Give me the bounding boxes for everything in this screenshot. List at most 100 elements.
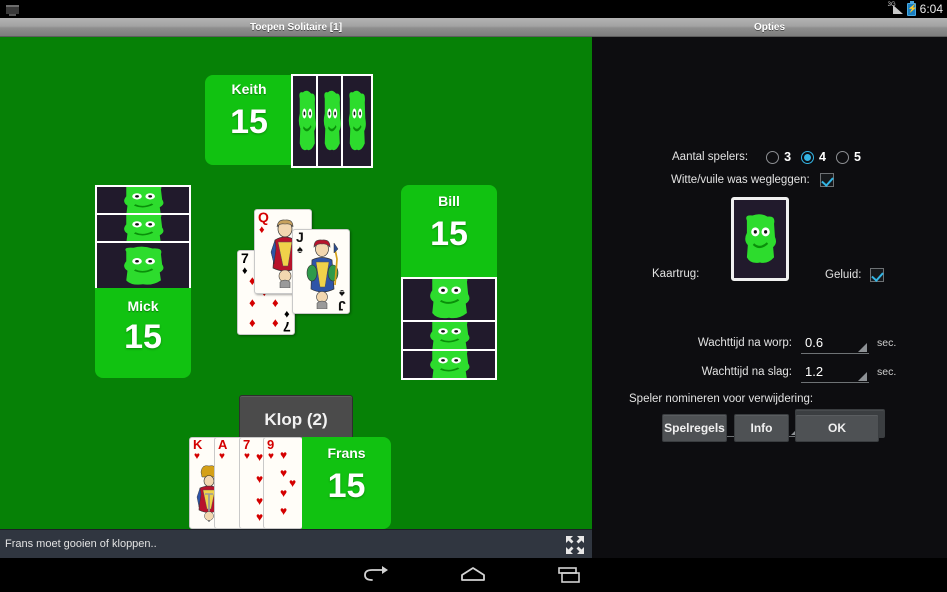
player-hand-bill[interactable] (401, 277, 497, 392)
radio-players-5[interactable] (835, 150, 849, 164)
nominate-label: Speler nomineren voor verwijdering: (629, 393, 814, 405)
card-back[interactable] (341, 74, 373, 168)
wait-after-trick-spinner[interactable]: 1.2 (801, 361, 869, 383)
monster-icon (425, 351, 473, 378)
card-back[interactable] (95, 241, 191, 290)
discard-washing-label: Witte/vuile was wegleggen: (671, 174, 810, 186)
player-hand-keith[interactable] (291, 74, 373, 168)
game-board[interactable]: Keith 15 Mick 15 Bill 15 7 ♦ 7 ♦ ♦ ♦ ♦ ♦… (0, 37, 592, 529)
monster-icon (347, 89, 368, 154)
monster-icon (425, 279, 473, 320)
player-plate-bill[interactable]: Bill 15 (401, 185, 497, 277)
wait-after-throw-row: Wachttijd na worp: 0.6 sec. (692, 332, 932, 354)
card-suit-inverted: ♠ (339, 287, 345, 299)
monster-icon (297, 89, 318, 154)
chevron-down-icon (858, 343, 867, 352)
card-suit: ♦ (259, 224, 265, 236)
recents-icon[interactable] (549, 564, 589, 586)
player-plate-mick[interactable]: Mick 15 (95, 288, 191, 378)
checkbox-discard-washing[interactable] (819, 173, 834, 187)
player-name: Keith (231, 81, 267, 97)
network-label: 3G (887, 2, 896, 8)
back-icon[interactable] (358, 564, 398, 586)
card-back-preview[interactable] (731, 197, 789, 281)
home-icon[interactable] (453, 564, 493, 586)
battery-charging-icon (906, 0, 916, 16)
wait-after-throw-spinner[interactable]: 0.6 (801, 332, 869, 354)
monster-icon (119, 187, 167, 214)
discard-washing-row: Witte/vuile was wegleggen: (671, 173, 834, 187)
monster-icon (425, 322, 473, 349)
nominate-label-row: Speler nomineren voor verwijdering: (629, 393, 813, 405)
clock: 6:04 (919, 2, 943, 16)
radio-players-3-label: 3 (784, 150, 792, 164)
wait-after-throw-label: Wachttijd na worp: (697, 337, 792, 349)
game-status-bar: Frans moet gooien of kloppen.. (0, 529, 592, 558)
card-suit: ♠ (297, 244, 303, 256)
wait-after-trick-row: Wachttijd na slag: 1.2 sec. (692, 361, 932, 383)
card-suit: ♥ (194, 451, 200, 462)
card-rank: Q (258, 209, 269, 225)
wait-after-trick-label: Wachttijd na slag: (701, 366, 792, 378)
keyboard-icon (5, 3, 19, 16)
title-bar: Toepen Solitaire [1] Opties (0, 18, 947, 37)
fullscreen-icon[interactable] (563, 533, 587, 557)
card-back-label-row: Kaartrug: (652, 268, 699, 280)
options-title: Opties (753, 21, 786, 33)
radio-players-3[interactable] (766, 150, 780, 164)
card-rank: A (218, 437, 228, 452)
wait-after-throw-value: 0.6 (805, 335, 824, 350)
card-pips: ♥ ♥ ♥ ♥ ♥ (280, 448, 297, 518)
checkbox-sound[interactable] (870, 268, 885, 282)
trick-card-jack-spades: J ♠ J ♠ (292, 229, 350, 314)
card-rank-inverted: J (338, 298, 346, 314)
options-panel: Aantal spelers: 3 4 5 Witte/vuile was we… (592, 37, 947, 558)
ok-button[interactable]: OK (795, 414, 879, 442)
monster-icon (119, 245, 167, 286)
status-message: Frans moet gooien of kloppen.. (5, 538, 157, 550)
court-figure-jack (306, 237, 339, 309)
system-status-bar: 3G 6:04 (0, 0, 947, 18)
app-title: Toepen Solitaire [1] (249, 21, 343, 33)
player-score: 15 (327, 467, 366, 505)
game-rules-button[interactable]: Spelregels (662, 414, 727, 442)
sound-label: Geluid: (825, 269, 862, 281)
player-hand-mick[interactable] (95, 185, 191, 290)
android-nav-bar (0, 558, 947, 592)
monster-icon (119, 215, 167, 242)
card-back[interactable] (401, 320, 497, 351)
signal-icon: 3G (887, 2, 903, 15)
player-name: Frans (327, 445, 366, 461)
player-score: 15 (430, 215, 468, 253)
card-back[interactable] (401, 349, 497, 380)
monster-icon (741, 212, 778, 265)
player-plate-frans[interactable]: Frans 15 (302, 437, 391, 529)
players-count-label: Aantal spelers: (672, 151, 749, 163)
radio-players-4[interactable] (801, 150, 815, 164)
card-suit: ♥ (219, 451, 225, 462)
wait-after-trick-unit: sec. (877, 366, 897, 378)
wait-after-trick-value: 1.2 (805, 364, 824, 379)
wait-after-throw-unit: sec. (877, 337, 897, 349)
trick-area: 7 ♦ 7 ♦ ♦ ♦ ♦ ♦ ♦ ♦ ♦ Q ♦ (232, 205, 372, 355)
card-back[interactable] (401, 277, 497, 322)
hand-card-9-hearts[interactable]: 9 ♥ ♥ ♥ ♥ ♥ ♥ (263, 437, 303, 529)
player-name: Mick (127, 298, 159, 314)
player-hand-frans[interactable]: K ♥ A ♥ 7 ♥ ♥ ♥ ♥ ♥ 9 ♥ ♥ ♥ ♥ ♥ ♥ (189, 437, 303, 529)
player-score: 15 (230, 103, 268, 141)
player-plate-keith[interactable]: Keith 15 (205, 75, 293, 165)
radio-players-4-label: 4 (819, 150, 826, 164)
info-button[interactable]: Info (734, 414, 789, 442)
card-back-label: Kaartrug: (652, 268, 700, 280)
card-back[interactable] (95, 185, 191, 216)
card-back[interactable] (95, 213, 191, 244)
card-rank: K (193, 437, 203, 452)
system-status-icons: 3G 6:04 (887, 0, 943, 18)
card-rank: J (296, 229, 304, 245)
players-count-row: Aantal spelers: 3 4 5 (672, 150, 871, 164)
monster-icon (322, 89, 343, 154)
radio-players-5-label: 5 (853, 150, 861, 164)
chevron-down-icon (858, 372, 867, 381)
sound-row: Geluid: (825, 268, 885, 282)
player-name: Bill (438, 193, 460, 209)
